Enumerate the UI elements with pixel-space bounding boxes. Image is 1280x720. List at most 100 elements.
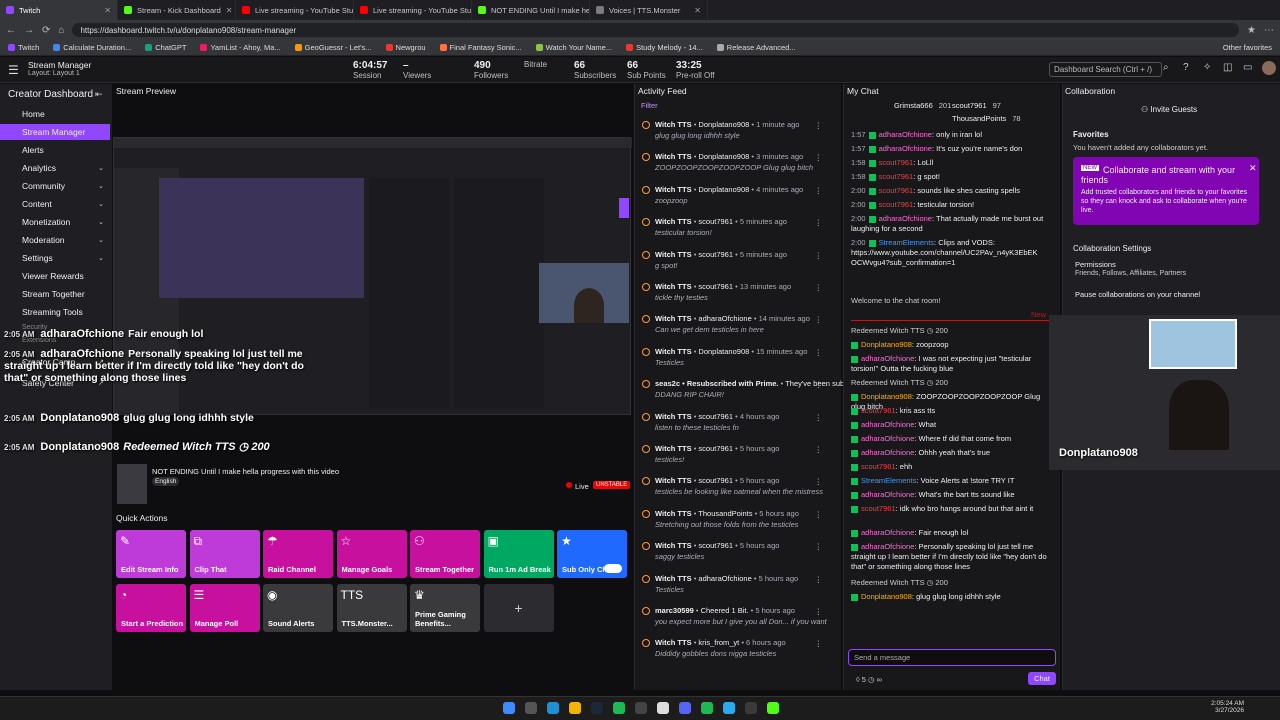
search-icon[interactable] [525, 702, 537, 714]
other-bookmarks[interactable]: Other favorites [1223, 43, 1272, 52]
quick-action-manage-goals[interactable]: ☆ Manage Goals [336, 530, 407, 578]
explorer-icon[interactable] [569, 702, 581, 714]
chat-input[interactable]: Send a message [848, 649, 1056, 666]
sidebar-item-community[interactable]: Community ⌄ [0, 178, 110, 194]
pause-collab[interactable]: Pause collaborations on your channel [1075, 290, 1200, 299]
hamburger-icon[interactable]: ☰ [8, 63, 19, 77]
leaderboard-entry[interactable]: scout7961 97 [952, 101, 1032, 110]
quick-action-stream-together[interactable]: ⚇ Stream Together [410, 530, 480, 578]
kebab-icon[interactable]: ⋮ [815, 315, 823, 324]
collab-header[interactable]: Collaboration [1065, 86, 1115, 96]
feed-item[interactable]: Witch TTS • ThousandPoints • 5 hours ago… [635, 509, 840, 539]
feed-item[interactable]: marc30599 • Cheered 1 Bit. • 5 hours ago… [635, 606, 840, 636]
spotify-icon[interactable] [613, 702, 625, 714]
sidebar-item-streaming-tools[interactable]: Streaming Tools [0, 304, 110, 320]
feed-item[interactable]: Witch TTS • scout7961 • 13 minutes ago ti… [635, 282, 840, 312]
feed-item[interactable]: Witch TTS • scout7961 • 5 minutes ago g s… [635, 250, 840, 280]
sidebar-item-stream-manager[interactable]: Stream Manager [0, 124, 110, 140]
reload-icon[interactable]: ⟳ [42, 25, 50, 36]
menu-icon[interactable]: ⋯ [1264, 25, 1274, 36]
home-icon[interactable]: ⌂ [58, 25, 64, 36]
app-icon[interactable] [635, 702, 647, 714]
sidebar-item-analytics[interactable]: Analytics ⌄ [0, 160, 110, 176]
feed-item[interactable]: Witch TTS • Donplatano908 • 4 minutes ag… [635, 185, 840, 215]
feed-item[interactable]: Witch TTS • Donplatano908 • 1 minute ago… [635, 120, 840, 150]
activity-feed-header[interactable]: Activity Feed [638, 86, 687, 96]
avatar[interactable] [1262, 61, 1276, 75]
close-icon[interactable]: ✕ [226, 6, 233, 15]
dashboard-search-input[interactable]: Dashboard Search (Ctrl + /) [1049, 62, 1162, 77]
kebab-icon[interactable]: ⋮ [815, 186, 823, 195]
kebab-icon[interactable]: ⋮ [815, 607, 823, 616]
quick-action-raid-channel[interactable]: ☂ Raid Channel [263, 530, 333, 578]
add-action-icon[interactable]: + [488, 588, 550, 628]
telegram-icon[interactable] [723, 702, 735, 714]
feed-item[interactable]: Witch TTS • scout7961 • 5 minutes ago tes… [635, 217, 840, 247]
leaderboard-entry[interactable]: ThousandPoints 78 [952, 114, 1032, 123]
feed-item[interactable]: Witch TTS • kris_from_yt • 6 hours ago Di… [635, 638, 840, 668]
kebab-icon[interactable]: ⋮ [815, 153, 823, 162]
browser-tab[interactable]: Voices | TTS.Monster ✕ [590, 0, 708, 20]
kebab-icon[interactable]: ⋮ [815, 348, 823, 357]
layout-selector[interactable]: Layout: Layout 1 [28, 70, 80, 77]
feed-item[interactable]: Witch TTS • scout7961 • 5 hours ago testi… [635, 476, 840, 506]
kick-icon[interactable] [767, 702, 779, 714]
quick-action-sub-only-chat[interactable]: ★ Sub Only Chat [557, 530, 627, 578]
quick-action-manage-poll[interactable]: ☰ Manage Poll [189, 584, 260, 632]
feed-item[interactable]: Witch TTS • scout7961 • 5 hours ago saggy… [635, 541, 840, 571]
quick-action-prime-gaming-benefits[interactable]: ♛ Prime Gaming Benefits... [410, 584, 480, 632]
filter-link[interactable]: Filter [641, 101, 658, 110]
stream-preview-header[interactable]: Stream Preview [116, 86, 176, 96]
notepad-icon[interactable] [657, 702, 669, 714]
quick-actions-header[interactable]: Quick Actions [116, 513, 168, 523]
bookmark-item[interactable]: ChatGPT [145, 43, 186, 52]
bookmark-item[interactable]: Twitch [8, 43, 39, 52]
sidebar-item-home[interactable]: Home [0, 106, 110, 122]
toggle-switch[interactable] [604, 564, 622, 573]
sidebar-item-stream-together[interactable]: Stream Together [0, 286, 110, 302]
feed-item[interactable]: Witch TTS • scout7961 • 4 hours ago liste… [635, 412, 840, 442]
kebab-icon[interactable]: ⋮ [815, 445, 823, 454]
browser-tab[interactable]: Twitch ✕ [0, 0, 118, 20]
help-icon[interactable]: ? [1183, 62, 1189, 73]
bookmark-item[interactable]: Study Melody - 14... [626, 43, 703, 52]
close-icon[interactable]: ✕ [694, 6, 701, 15]
forward-icon[interactable]: → [24, 25, 34, 36]
quick-action-sound-alerts[interactable]: ◉ Sound Alerts [263, 584, 333, 632]
notifications-icon[interactable]: ◫ [1223, 62, 1232, 73]
browser-tab[interactable]: Live streaming - YouTube Studio✕ [236, 0, 354, 20]
sidebar-item-settings[interactable]: Settings ⌄ [0, 250, 110, 266]
kebab-icon[interactable]: ⋮ [815, 510, 823, 519]
back-icon[interactable]: ← [6, 25, 16, 36]
collapse-icon[interactable]: ⇤ [95, 89, 103, 100]
browser-tab[interactable]: Stream - Kick Dashboard ✕ [118, 0, 236, 20]
bookmark-item[interactable]: Release Advanced... [716, 43, 796, 52]
kebab-icon[interactable]: ⋮ [815, 542, 823, 551]
obs-icon[interactable] [745, 702, 757, 714]
kebab-icon[interactable]: ⋮ [815, 283, 823, 292]
sparkle-icon[interactable]: ✧ [1203, 62, 1211, 73]
kebab-icon[interactable]: ⋮ [815, 380, 823, 389]
bookmark-item[interactable]: Watch Your Name... [535, 43, 612, 52]
feed-item[interactable]: Witch TTS • Donplatano908 • 3 minutes ag… [635, 152, 840, 182]
sidebar-item-moderation[interactable]: Moderation ⌄ [0, 232, 110, 248]
feed-item[interactable]: Witch TTS • adharaOfchione • 14 minutes … [635, 314, 840, 344]
bookmark-item[interactable]: YamList - Ahoy, Ma... [200, 43, 281, 52]
quick-action-tts-monster[interactable]: TTS TTS.Monster... [336, 584, 407, 632]
spotify2-icon[interactable] [701, 702, 713, 714]
kebab-icon[interactable]: ⋮ [815, 413, 823, 422]
feed-item[interactable]: Witch TTS • scout7961 • 5 hours ago testi… [635, 444, 840, 474]
quick-action-edit-stream-info[interactable]: ✎ Edit Stream Info [116, 530, 186, 578]
quick-action-run-1m-ad-break[interactable]: ▣ Run 1m Ad Break [483, 530, 554, 578]
sidebar-item-monetization[interactable]: Monetization ⌄ [0, 214, 110, 230]
kebab-icon[interactable]: ⋮ [815, 477, 823, 486]
quick-action-clip-that[interactable]: ⧉ Clip That [189, 530, 260, 578]
kebab-icon[interactable]: ⋮ [815, 121, 823, 130]
browser-tab[interactable]: NOT ENDING Until I make hella pr...✕ [472, 0, 590, 20]
permissions-title[interactable]: Permissions [1075, 260, 1116, 269]
bookmark-item[interactable]: Calculate Duration... [53, 43, 131, 52]
feed-item[interactable]: Witch TTS • adharaOfchione • 5 hours ago… [635, 574, 840, 604]
start-icon[interactable] [503, 702, 515, 714]
channel-points[interactable]: ◊ 5 ◷ ∞ [856, 675, 882, 684]
sidebar-item-alerts[interactable]: Alerts [0, 142, 110, 158]
